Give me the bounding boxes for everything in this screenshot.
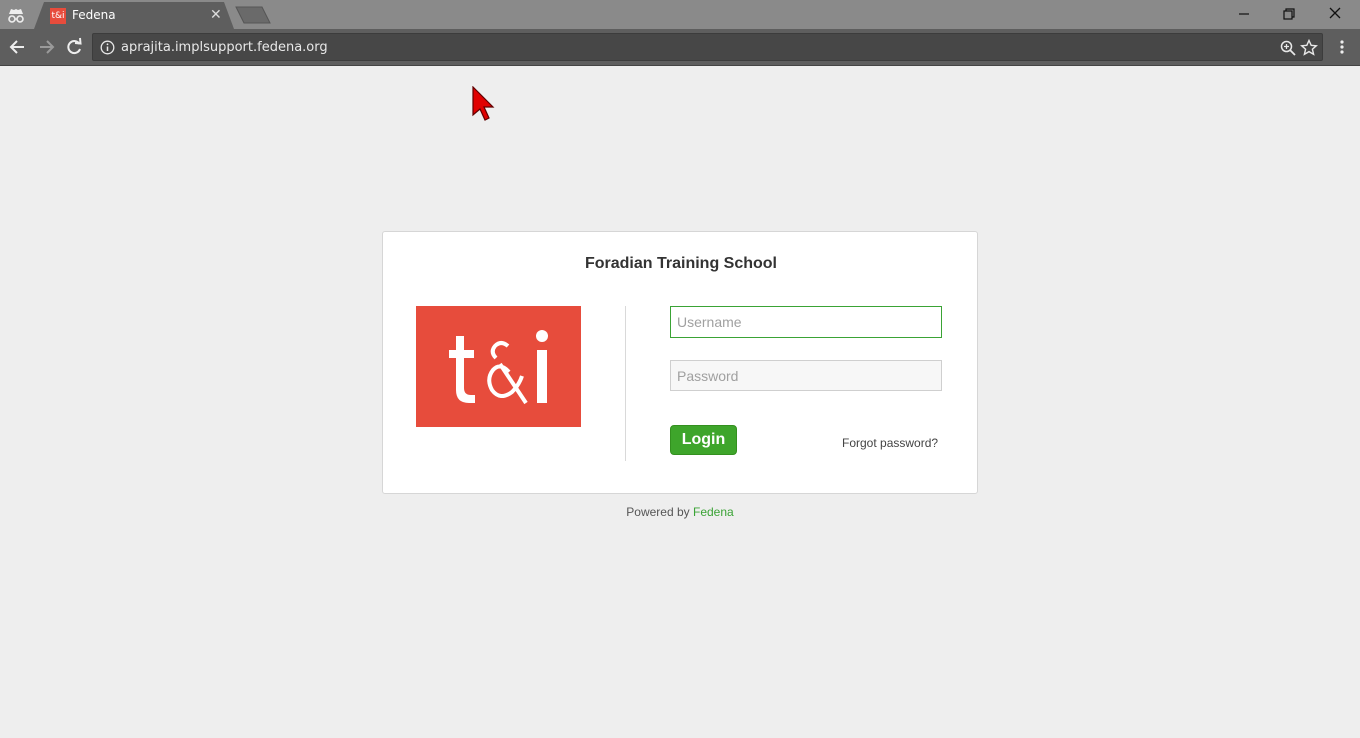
minimize-icon[interactable] [1230, 4, 1258, 24]
tab-title: Fedena [72, 8, 116, 22]
browser-tab-strip: t&i Fedena ✕ [0, 0, 1360, 29]
login-button[interactable]: Login [670, 425, 737, 455]
menu-icon[interactable] [1334, 38, 1350, 58]
fedena-link[interactable]: Fedena [693, 505, 734, 519]
powered-by-footer: Powered by Fedena [0, 505, 1360, 519]
info-icon[interactable] [100, 40, 115, 55]
username-input[interactable] [670, 306, 942, 338]
browser-toolbar: aprajita.implsupport.fedena.org [0, 29, 1360, 66]
school-logo [416, 306, 581, 427]
close-icon[interactable] [1321, 4, 1349, 24]
password-input[interactable] [670, 360, 942, 391]
mouse-cursor-icon [472, 85, 496, 122]
incognito-icon [6, 6, 26, 24]
zoom-icon[interactable] [1279, 39, 1297, 57]
forward-icon[interactable] [36, 37, 56, 57]
url-text: aprajita.implsupport.fedena.org [121, 40, 328, 55]
restore-icon[interactable] [1275, 4, 1303, 24]
back-icon[interactable] [8, 37, 28, 57]
address-bar[interactable]: aprajita.implsupport.fedena.org [92, 33, 1323, 61]
browser-tab-fedena[interactable]: t&i Fedena ✕ [34, 2, 234, 29]
login-card: Foradian Training School Login Forgot pa… [382, 231, 978, 494]
new-tab-button[interactable] [234, 6, 272, 24]
tab-close-icon[interactable]: ✕ [210, 7, 222, 23]
star-icon[interactable] [1300, 38, 1318, 57]
tab-favicon-icon: t&i [50, 8, 66, 24]
school-name: Foradian Training School [584, 255, 777, 272]
vertical-divider [625, 306, 626, 461]
powered-by-text: Powered by [626, 505, 690, 519]
forgot-password-link[interactable]: Forgot password? [842, 436, 938, 450]
reload-icon[interactable] [64, 37, 84, 57]
